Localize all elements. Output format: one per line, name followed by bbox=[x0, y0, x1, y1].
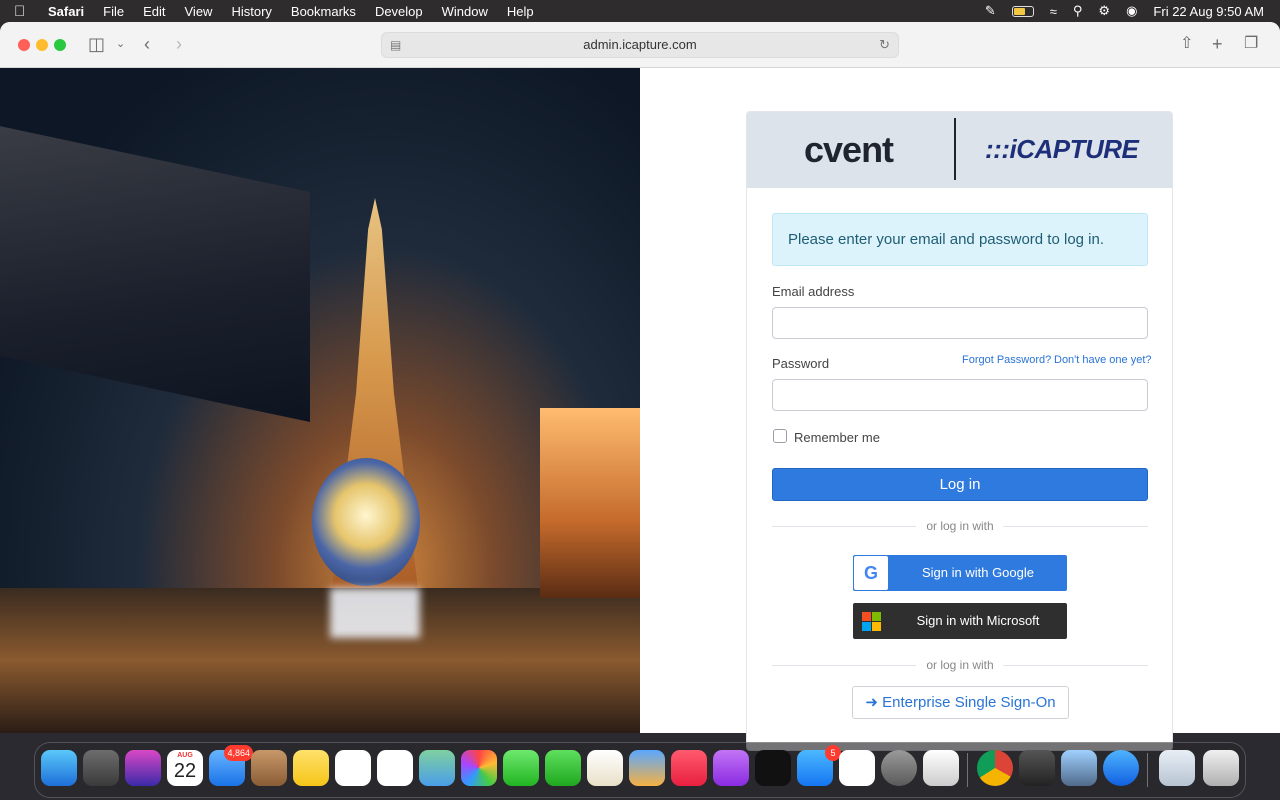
finder-icon[interactable] bbox=[41, 750, 77, 786]
freeform-icon[interactable] bbox=[335, 750, 371, 786]
maps-icon[interactable] bbox=[419, 750, 455, 786]
chevron-down-icon[interactable]: ⌄ bbox=[116, 33, 125, 55]
sidebar-toggle-icon[interactable]: ◫ bbox=[88, 33, 105, 55]
apple-tv-icon[interactable] bbox=[755, 750, 791, 786]
login-card: cvent :::iCAPTURE Please enter your emai… bbox=[746, 111, 1173, 751]
cvent-logo: cvent bbox=[804, 129, 894, 170]
enterprise-sso-label: Enterprise Single Sign-On bbox=[882, 694, 1056, 711]
tab-overview-icon[interactable]: ❐ bbox=[1244, 33, 1258, 55]
pen-off-icon[interactable]: ✎ bbox=[985, 3, 996, 19]
close-window-button[interactable] bbox=[18, 39, 30, 51]
forgot-password-link[interactable]: Forgot Password? bbox=[962, 354, 1051, 366]
login-button[interactable]: Log in bbox=[772, 468, 1148, 501]
safari-icon[interactable] bbox=[1103, 750, 1139, 786]
dock-separator bbox=[967, 753, 968, 787]
trash-icon[interactable] bbox=[1203, 750, 1239, 786]
contacts-icon[interactable] bbox=[251, 750, 287, 786]
dock-separator-2 bbox=[1147, 753, 1148, 787]
page-menu-icon[interactable]: ▤ bbox=[390, 33, 401, 57]
apple-icon[interactable]:  bbox=[14, 3, 36, 20]
chrome-icon[interactable] bbox=[977, 750, 1013, 786]
info-alert: Please enter your email and password to … bbox=[772, 213, 1148, 266]
facetime-icon[interactable] bbox=[545, 750, 581, 786]
calendar-month: AUG bbox=[177, 752, 193, 759]
zoom-window-button[interactable] bbox=[54, 39, 66, 51]
reminders-icon[interactable] bbox=[377, 750, 413, 786]
keynote-icon[interactable] bbox=[629, 750, 665, 786]
menu-app-name[interactable]: Safari bbox=[48, 4, 84, 19]
podcasts-icon[interactable] bbox=[713, 750, 749, 786]
address-bar[interactable]: ▤ admin.icapture.com ↻ bbox=[381, 32, 899, 58]
menu-history[interactable]: History bbox=[231, 4, 271, 19]
microsoft-signin-button[interactable]: Sign in with Microsoft bbox=[853, 603, 1067, 639]
email-label: Email address bbox=[772, 284, 855, 299]
or-divider-text-2: or log in with bbox=[916, 659, 1004, 671]
url-text: admin.icapture.com bbox=[583, 37, 697, 52]
control-center-icon[interactable]: ⚙ bbox=[1098, 3, 1110, 19]
google-icon: G bbox=[854, 556, 888, 590]
dock: AUG 22 4,864 5 bbox=[34, 742, 1246, 798]
remember-me-label: Remember me bbox=[794, 430, 880, 445]
menu-window[interactable]: Window bbox=[442, 4, 488, 19]
messages-icon[interactable] bbox=[503, 750, 539, 786]
google-signin-label: Sign in with Google bbox=[921, 565, 1034, 580]
textedit-icon[interactable] bbox=[587, 750, 623, 786]
password-input[interactable] bbox=[772, 379, 1148, 411]
notes-icon[interactable] bbox=[293, 750, 329, 786]
sign-in-arrow-icon: ➜ bbox=[865, 694, 878, 711]
icapture-logo: :::iCAPTURE bbox=[985, 134, 1139, 164]
menu-bookmarks[interactable]: Bookmarks bbox=[291, 4, 356, 19]
calendar-icon[interactable]: AUG 22 bbox=[167, 750, 203, 786]
siri-app-icon[interactable] bbox=[125, 750, 161, 786]
mail-badge: 4,864 bbox=[224, 745, 253, 761]
mail-icon[interactable]: 4,864 bbox=[209, 745, 253, 786]
menu-view[interactable]: View bbox=[185, 4, 213, 19]
downloads-stack-icon[interactable] bbox=[1159, 750, 1195, 786]
preview-icon[interactable] bbox=[1061, 750, 1097, 786]
microsoft-signin-label: Sign in with Microsoft bbox=[916, 613, 1040, 628]
las-vegas-background-image bbox=[0, 68, 640, 733]
launchpad-icon[interactable] bbox=[83, 750, 119, 786]
photos-icon[interactable] bbox=[461, 750, 497, 786]
menu-bar:  Safari File Edit View History Bookmark… bbox=[0, 0, 1280, 22]
microsoft-icon bbox=[862, 612, 881, 631]
menu-edit[interactable]: Edit bbox=[143, 4, 165, 19]
menu-help[interactable]: Help bbox=[507, 4, 534, 19]
or-divider-text: or log in with bbox=[916, 520, 1004, 532]
reload-icon[interactable]: ↻ bbox=[879, 33, 890, 57]
signup-link[interactable]: Don't have one yet? bbox=[1054, 354, 1152, 366]
menu-clock[interactable]: Fri 22 Aug 9:50 AM bbox=[1153, 4, 1264, 19]
browser-toolbar: ◫ ⌄ ‹ › ▤ admin.icapture.com ↻ ⇧ + ❐ bbox=[0, 22, 1280, 68]
calendar-day: 22 bbox=[173, 760, 197, 782]
google-signin-button[interactable]: G Sign in with Google bbox=[853, 555, 1067, 591]
system-settings-icon[interactable] bbox=[881, 750, 917, 786]
spotlight-search-icon[interactable]: ⚲ bbox=[1073, 3, 1083, 19]
password-label: Password bbox=[772, 356, 830, 371]
menu-develop[interactable]: Develop bbox=[375, 4, 423, 19]
share-icon[interactable]: ⇧ bbox=[1180, 33, 1193, 55]
minimize-window-button[interactable] bbox=[36, 39, 48, 51]
remember-me-checkbox[interactable] bbox=[773, 429, 787, 443]
wifi-icon[interactable]: ≈ bbox=[1050, 4, 1057, 19]
brand-header: cvent :::iCAPTURE bbox=[747, 112, 1172, 188]
forward-icon[interactable]: › bbox=[176, 33, 182, 55]
siri-icon[interactable]: ◉ bbox=[1126, 3, 1137, 19]
new-tab-icon[interactable]: + bbox=[1212, 33, 1223, 55]
music-icon[interactable] bbox=[671, 750, 707, 786]
or-divider: or log in with bbox=[772, 520, 1148, 532]
app-store-icon[interactable]: 5 bbox=[797, 745, 841, 786]
numbers-icon[interactable] bbox=[839, 750, 875, 786]
calculator-icon[interactable] bbox=[1019, 750, 1055, 786]
battery-icon[interactable] bbox=[1011, 5, 1034, 17]
email-input[interactable] bbox=[772, 307, 1148, 339]
or-divider-2: or log in with bbox=[772, 659, 1148, 671]
back-icon[interactable]: ‹ bbox=[144, 33, 150, 55]
logo-divider bbox=[954, 118, 956, 180]
iphone-mirroring-icon[interactable] bbox=[923, 750, 959, 786]
enterprise-sso-button[interactable]: ➜ Enterprise Single Sign-On bbox=[852, 686, 1069, 719]
menu-file[interactable]: File bbox=[103, 4, 124, 19]
